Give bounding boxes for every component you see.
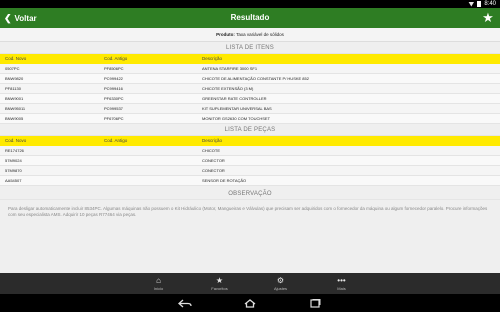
more-icon: ••• xyxy=(337,276,346,285)
pecas-table-body: RE174726 CHICOTE 57M9024 CONECTOR 57M987… xyxy=(0,146,500,186)
cell-cod-antigo: PF6330PC xyxy=(104,96,124,101)
cell-descricao: CHICOTE EXTENSÃO (3 M) xyxy=(202,86,254,91)
tab-favoritos[interactable]: ★ Favoritos xyxy=(189,273,250,294)
cell-cod-novo: BNW95011 xyxy=(5,106,26,111)
cell-descricao: MONITOR GS2630 COM TOUCHSET xyxy=(202,116,271,121)
cell-cod-novo: 57M9024 xyxy=(5,158,22,163)
tab-label: Ajustes xyxy=(273,286,288,291)
page-title: Resultado xyxy=(230,13,270,22)
observacao-section-title: OBSERVAÇÃO xyxy=(0,188,500,200)
col-descricao: Descrição xyxy=(202,138,223,143)
cell-cod-antigo: PF8506PC xyxy=(104,66,124,71)
bottom-tab-bar: ⌂ Início ★ Favoritos ⚙ Ajustes ••• Mais xyxy=(0,273,500,294)
table-row[interactable]: PF81130 PC999416 CHICOTE EXTENSÃO (3 M) xyxy=(0,84,500,94)
status-bar: 8:40 xyxy=(0,0,500,8)
table-row[interactable]: 0507PC PF8506PC ANTENA STARFIRE 3000 SF1 xyxy=(0,64,500,74)
wifi-icon xyxy=(468,1,475,7)
tab-label: Início xyxy=(153,286,164,291)
observacao-text: Para desligar automaticamente incluir 85… xyxy=(8,206,488,217)
col-cod-novo: Cod. Novo xyxy=(5,56,27,61)
cell-descricao: CHICOTE xyxy=(202,148,220,153)
col-cod-antigo: Cod. Antigo xyxy=(104,138,128,143)
cell-descricao: CHICOTE DE ALIMENTAÇÃO CONSTANTE P/ HUSK… xyxy=(202,76,309,81)
favorite-star-button[interactable]: ★ xyxy=(480,10,496,26)
status-icons: 8:40 xyxy=(468,0,496,8)
cell-cod-antigo xyxy=(104,176,202,185)
cell-descricao: CONECTOR xyxy=(202,158,225,163)
itens-table-body: 0507PC PF8506PC ANTENA STARFIRE 3000 SF1… xyxy=(0,64,500,124)
cell-cod-novo: BNW9005 xyxy=(5,116,24,121)
cell-descricao: GREENSTAR RATE CONTROLLER xyxy=(202,96,267,101)
col-cod-novo: Cod. Novo xyxy=(5,138,27,143)
product-value: Taxa variável de sólidos xyxy=(236,32,284,37)
back-button[interactable]: ❮ Voltar xyxy=(4,8,37,28)
battery-icon xyxy=(477,1,482,7)
chevron-left-icon: ❮ xyxy=(4,13,12,23)
cell-cod-antigo: PC999537 xyxy=(104,106,123,111)
col-cod-antigo: Cod. Antigo xyxy=(104,56,128,61)
tab-mais[interactable]: ••• Mais xyxy=(311,273,372,294)
tab-label: Mais xyxy=(337,286,346,291)
cell-descricao: SENSOR DE ROTAÇÃO xyxy=(202,178,247,183)
cell-cod-antigo xyxy=(104,166,202,175)
system-nav-bar xyxy=(0,294,500,312)
itens-table-header: Cod. Novo Cod. Antigo Descrição xyxy=(0,54,500,64)
cell-cod-novo: PF81130 xyxy=(5,86,21,91)
cell-descricao: ANTENA STARFIRE 3000 SF1 xyxy=(202,66,258,71)
pecas-section-title: LISTA DE PEÇAS xyxy=(0,124,500,136)
cell-cod-antigo xyxy=(104,156,202,165)
star-icon: ★ xyxy=(482,10,494,25)
table-row[interactable]: AA54507 SENSOR DE ROTAÇÃO xyxy=(0,176,500,186)
cell-cod-novo: AA54507 xyxy=(5,178,22,183)
table-row[interactable]: 57M9024 CONECTOR xyxy=(0,156,500,166)
product-line: Produto: Taxa variável de sólidos xyxy=(0,28,500,42)
cell-cod-antigo xyxy=(104,146,202,155)
table-row[interactable]: BNW9005 PF6706PC MONITOR GS2630 COM TOUC… xyxy=(0,114,500,124)
product-label: Produto: xyxy=(216,32,235,37)
nav-back-button[interactable] xyxy=(175,294,195,312)
nav-home-button[interactable] xyxy=(240,294,260,312)
table-row[interactable]: BNW9001 PF6330PC GREENSTAR RATE CONTROLL… xyxy=(0,94,500,104)
home-nav-icon xyxy=(244,298,256,308)
app-bar: ❮ Voltar Resultado ★ xyxy=(0,8,500,28)
cell-cod-novo: RE174726 xyxy=(5,148,24,153)
tab-ajustes[interactable]: ⚙ Ajustes xyxy=(250,273,311,294)
itens-section-title: LISTA DE ITENS xyxy=(0,42,500,54)
back-arrow-icon xyxy=(178,299,192,307)
table-row[interactable]: BNW9820 PC999422 CHICOTE DE ALIMENTAÇÃO … xyxy=(0,74,500,84)
gear-icon: ⚙ xyxy=(276,276,285,285)
cell-cod-novo: BNW9820 xyxy=(5,76,24,81)
cell-cod-antigo: PC999416 xyxy=(104,86,123,91)
result-content[interactable]: LISTA DE ITENS Cod. Novo Cod. Antigo Des… xyxy=(0,42,500,273)
cell-cod-novo: BNW9001 xyxy=(5,96,24,101)
table-row[interactable]: RE174726 CHICOTE xyxy=(0,146,500,156)
tab-inicio[interactable]: ⌂ Início xyxy=(128,273,189,294)
cell-cod-novo: 57M9870 xyxy=(5,168,22,173)
table-row[interactable]: BNW95011 PC999537 KIT SUPLEMENTAR UNIVER… xyxy=(0,104,500,114)
cell-cod-antigo: PF6706PC xyxy=(104,116,124,121)
recent-apps-icon xyxy=(310,298,321,308)
col-descricao: Descrição xyxy=(202,56,223,61)
pecas-table-header: Cod. Novo Cod. Antigo Descrição xyxy=(0,136,500,146)
home-icon: ⌂ xyxy=(156,276,161,285)
cell-descricao: CONECTOR xyxy=(202,168,225,173)
cell-cod-novo: 0507PC xyxy=(5,66,20,71)
cell-descricao: KIT SUPLEMENTAR UNIVERSAL BAS xyxy=(202,106,272,111)
star-icon: ★ xyxy=(215,276,224,285)
tab-label: Favoritos xyxy=(211,286,228,291)
table-row[interactable]: 57M9870 CONECTOR xyxy=(0,166,500,176)
cell-cod-antigo: PC999422 xyxy=(104,76,123,81)
status-time: 8:40 xyxy=(484,1,496,7)
nav-recent-apps-button[interactable] xyxy=(305,294,325,312)
back-label: Voltar xyxy=(14,13,37,23)
